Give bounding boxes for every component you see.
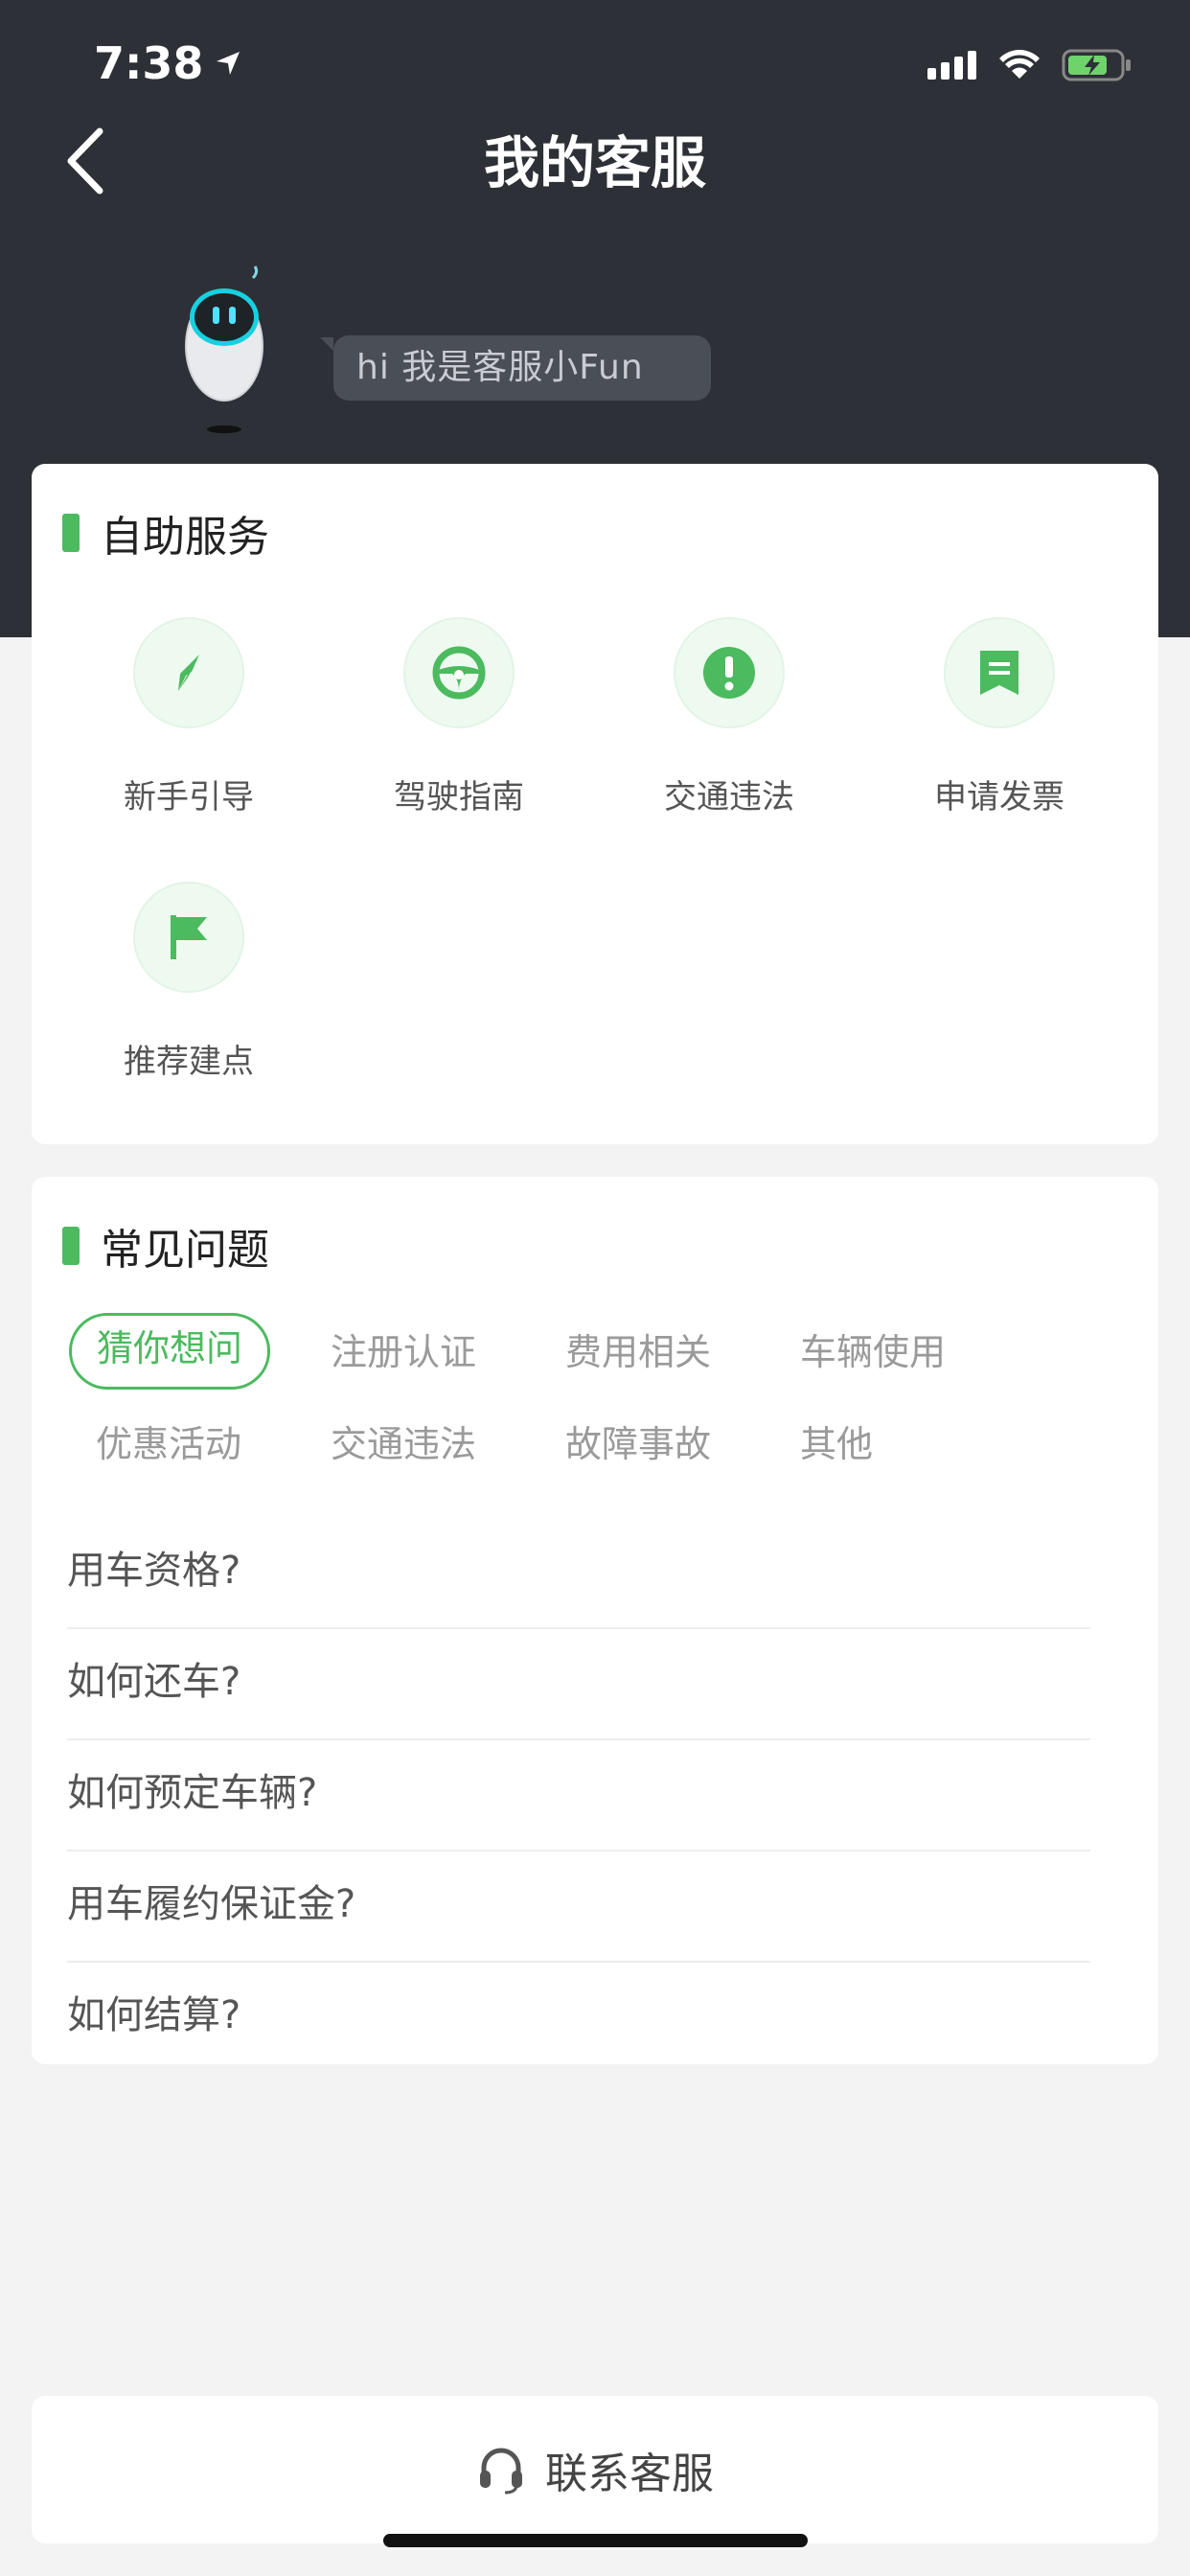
contact-service-label: 联系客服 [545,2450,714,2498]
battery-icon [1062,49,1131,81]
title-accent-bar [62,1227,80,1265]
greeting-bubble: hi 我是客服小Fun [320,335,711,401]
question-item[interactable]: 用车履约保证金? [67,1852,1090,1963]
service-item-recommend-site[interactable]: 推荐建点 [93,882,285,1082]
title-accent-bar [62,514,80,552]
self-service-title: 自助服务 [62,504,269,562]
question-item[interactable]: 如何结算? [67,1963,1090,2074]
service-item-beginner-guide[interactable]: 新手引导 [93,617,285,817]
tag-registration[interactable]: 注册认证 [331,1317,476,1388]
faq-title-text: 常见问题 [101,1226,269,1275]
tag-other[interactable]: 其他 [800,1409,873,1480]
service-label: 新手引导 [124,778,254,816]
receipt-icon [944,617,1055,728]
status-indicators [927,46,1133,84]
tag-fees[interactable]: 费用相关 [565,1317,711,1388]
self-service-title-text: 自助服务 [101,513,269,562]
location-arrow-icon [217,52,240,75]
faq-title: 常见问题 [62,1217,269,1275]
question-item[interactable]: 如何还车? [67,1629,1090,1740]
service-label: 驾驶指南 [394,778,524,816]
question-item[interactable]: 用车资格? [67,1518,1090,1629]
flag-icon [133,882,244,993]
question-list: 用车资格? 如何还车? 如何预定车辆? 用车履约保证金? 如何结算? [67,1518,1090,2074]
service-label: 交通违法 [664,778,794,816]
service-item-driving-guide[interactable]: 驾驶指南 [363,617,555,817]
service-label: 申请发票 [934,778,1064,816]
tag-guess-you-ask[interactable]: 猜你想问 [69,1313,271,1390]
self-service-card: 自助服务 新手引导 驾驶指南 交通违法 申请发票 推荐建点 [32,464,1158,1144]
wifi-icon [999,50,1040,79]
home-indicator[interactable] [383,2534,808,2547]
status-time: 7:38 [94,38,243,88]
contact-service-button[interactable]: 联系客服 [32,2396,1158,2543]
steering-wheel-icon [403,617,515,728]
service-label: 推荐建点 [124,1043,254,1081]
robot-mascot [178,264,274,437]
headset-icon [480,2448,522,2495]
tag-promotions[interactable]: 优惠活动 [96,1409,241,1480]
tag-faults-accidents[interactable]: 故障事故 [565,1409,711,1480]
question-item[interactable]: 如何预定车辆? [67,1740,1090,1852]
service-item-traffic-violation[interactable]: 交通违法 [633,617,825,817]
page-title: 我的客服 [483,130,706,196]
service-item-apply-invoice[interactable]: 申请发票 [904,617,1095,817]
cellular-signal-icon [927,51,976,80]
exclamation-icon [674,617,785,728]
tag-traffic-violation[interactable]: 交通违法 [331,1409,476,1480]
tag-vehicle-use[interactable]: 车辆使用 [800,1317,946,1388]
compass-icon [133,617,244,728]
